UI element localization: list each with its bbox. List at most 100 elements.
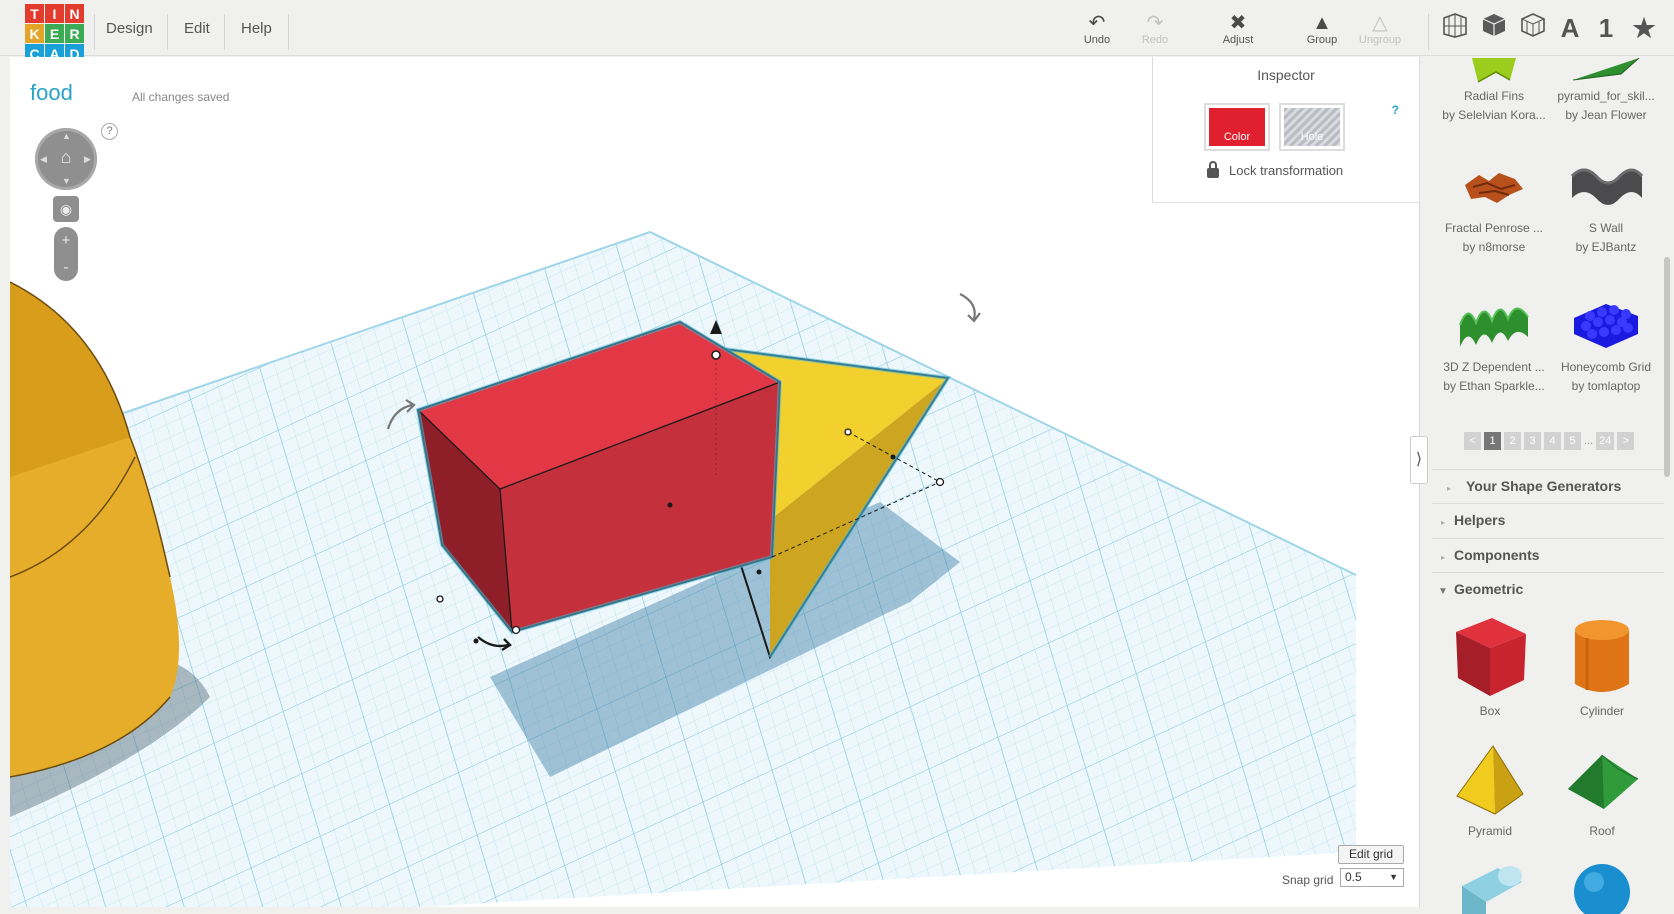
- zoom-in-button[interactable]: +: [54, 227, 78, 254]
- logo-letter: R: [65, 24, 84, 43]
- sphere-thumbnail: [1546, 862, 1658, 914]
- hole-label: Hole: [1300, 131, 1324, 143]
- shape-sphere[interactable]: [1546, 862, 1658, 914]
- shape-roof[interactable]: Roof: [1546, 738, 1658, 841]
- menu-divider: [167, 14, 168, 50]
- lock-icon: [1207, 160, 1219, 178]
- shape-name: Honeycomb Grid: [1560, 360, 1652, 374]
- shape-card[interactable]: 3D Z Dependent ... by Ethan Sparkle...: [1438, 292, 1550, 396]
- edge-handle[interactable]: [473, 638, 479, 644]
- shape-cylinder-hole[interactable]: [1434, 862, 1546, 914]
- edit-grid-button[interactable]: Edit grid: [1338, 845, 1404, 864]
- nav-help-button[interactable]: ?: [101, 123, 118, 140]
- pager-page-5[interactable]: 5: [1564, 432, 1581, 450]
- text-shape-button[interactable]: A: [1554, 12, 1586, 44]
- side-handle[interactable]: [844, 428, 852, 436]
- menu-divider: [224, 14, 225, 50]
- pager-page-1[interactable]: 1: [1484, 432, 1501, 450]
- pager-page-last[interactable]: 24: [1596, 432, 1615, 450]
- pager-page-2[interactable]: 2: [1504, 432, 1521, 450]
- orbit-down-icon[interactable]: ▼: [62, 176, 71, 186]
- project-title[interactable]: food: [30, 80, 73, 106]
- radial-fins-thumbnail: [1438, 57, 1550, 87]
- menu-edit[interactable]: Edit: [184, 0, 210, 56]
- hole-button[interactable]: Hole: [1279, 103, 1345, 151]
- group-button[interactable]: ▲ Group: [1292, 12, 1352, 52]
- section-helpers[interactable]: ▸ Helpers: [1432, 503, 1664, 536]
- wireframe-cube-icon[interactable]: [1517, 12, 1549, 44]
- top-bar: T I N K E R C A D Design Edit Help ↶ Und…: [0, 0, 1674, 63]
- pager-page-3[interactable]: 3: [1524, 432, 1541, 450]
- orbit-left-icon[interactable]: ◀: [40, 154, 47, 165]
- ungroup-label: Ungroup: [1358, 34, 1402, 46]
- orbit-up-icon[interactable]: ▲: [62, 131, 71, 141]
- dome-shape[interactable]: [10, 281, 179, 778]
- section-label: Geometric: [1454, 581, 1524, 597]
- menu-divider: [288, 14, 289, 50]
- lock-label: Lock transformation: [1229, 163, 1344, 178]
- section-components[interactable]: ▸ Components: [1432, 538, 1664, 571]
- logo-letter: T: [25, 4, 44, 23]
- rotate-arrow-icon[interactable]: [959, 293, 981, 323]
- zoom-out-button[interactable]: -: [54, 254, 78, 281]
- shape-cylinder[interactable]: Cylinder: [1546, 612, 1658, 721]
- fit-view-cube-icon[interactable]: ◉: [53, 196, 79, 222]
- corner-handle[interactable]: [511, 625, 521, 635]
- chevron-right-icon: ▸: [1440, 553, 1445, 562]
- redo-button[interactable]: ↷ Redo: [1125, 12, 1185, 52]
- roof-thumbnail: [1546, 738, 1658, 822]
- pager-page-4[interactable]: 4: [1544, 432, 1561, 450]
- shape-card[interactable]: Fractal Penrose ... by n8morse: [1438, 153, 1550, 257]
- top-handle[interactable]: [711, 350, 721, 360]
- star-icon[interactable]: ★: [1628, 12, 1660, 44]
- shape-box[interactable]: Box: [1434, 612, 1546, 721]
- pager-ellipsis: ...: [1584, 435, 1594, 447]
- edge-handle[interactable]: [890, 454, 896, 460]
- pager-next-button[interactable]: >: [1617, 432, 1635, 450]
- pager-prev-button[interactable]: <: [1464, 432, 1481, 450]
- home-view-icon[interactable]: ⌂: [57, 148, 75, 166]
- cylinder-thumbnail: [1546, 612, 1658, 702]
- inspector-help-button[interactable]: ?: [1392, 103, 1399, 117]
- color-button[interactable]: Color: [1204, 103, 1270, 151]
- shape-author: by EJBantz: [1575, 240, 1637, 254]
- shape-name: pyramid_for_skil...: [1557, 89, 1655, 103]
- tinkercad-logo[interactable]: T I N K E R C A D: [25, 4, 85, 64]
- adjust-label: Adjust: [1222, 34, 1254, 46]
- undo-button[interactable]: ↶ Undo: [1067, 12, 1127, 52]
- number-shape-button[interactable]: 1: [1590, 12, 1622, 44]
- grid-view-icon[interactable]: [1439, 12, 1471, 44]
- ungroup-button[interactable]: △ Ungroup: [1350, 12, 1410, 52]
- menu-help[interactable]: Help: [241, 0, 272, 56]
- scrollbar-thumb[interactable]: [1664, 257, 1670, 477]
- shape-card[interactable]: Radial Fins by Selelvian Kora...: [1438, 57, 1550, 125]
- edge-handle[interactable]: [756, 569, 762, 575]
- section-geometric[interactable]: ▼ Geometric: [1432, 572, 1664, 605]
- redo-icon: ↷: [1146, 12, 1164, 34]
- sidebar-collapse-button[interactable]: ⟩: [1410, 436, 1428, 484]
- shape-pyramid[interactable]: Pyramid: [1434, 738, 1546, 841]
- shape-label: Pyramid: [1467, 824, 1512, 838]
- corner-handle[interactable]: [935, 477, 945, 487]
- orbit-control[interactable]: ▲ ▼ ◀ ▶ ⌂: [35, 128, 97, 190]
- menu-design[interactable]: Design: [106, 0, 153, 56]
- orbit-right-icon[interactable]: ▶: [84, 154, 91, 165]
- shape-card[interactable]: pyramid_for_skil... by Jean Flower: [1550, 57, 1662, 125]
- section-label: Components: [1454, 547, 1540, 563]
- group-icon: ▲: [1312, 12, 1332, 34]
- section-label: Helpers: [1454, 512, 1506, 528]
- snap-grid-select[interactable]: 0.5 ▼: [1340, 868, 1404, 887]
- section-your-shape-generators[interactable]: ▸ Your Shape Generators: [1432, 469, 1664, 502]
- shape-label: Roof: [1589, 824, 1615, 838]
- center-handle[interactable]: [667, 502, 673, 508]
- group-label: Group: [1306, 34, 1338, 46]
- shape-name: Fractal Penrose ...: [1444, 221, 1544, 235]
- ungroup-icon: △: [1372, 12, 1388, 34]
- corner-handle[interactable]: [436, 595, 444, 603]
- lock-transformation-toggle[interactable]: Lock transformation: [1207, 160, 1344, 178]
- solid-cube-icon[interactable]: [1478, 12, 1510, 44]
- shape-card[interactable]: Honeycomb Grid by tomlaptop: [1550, 292, 1662, 396]
- adjust-button[interactable]: ✖ Adjust: [1208, 12, 1268, 52]
- shape-card[interactable]: S Wall by EJBantz: [1550, 153, 1662, 257]
- shape-label: Cylinder: [1579, 704, 1624, 718]
